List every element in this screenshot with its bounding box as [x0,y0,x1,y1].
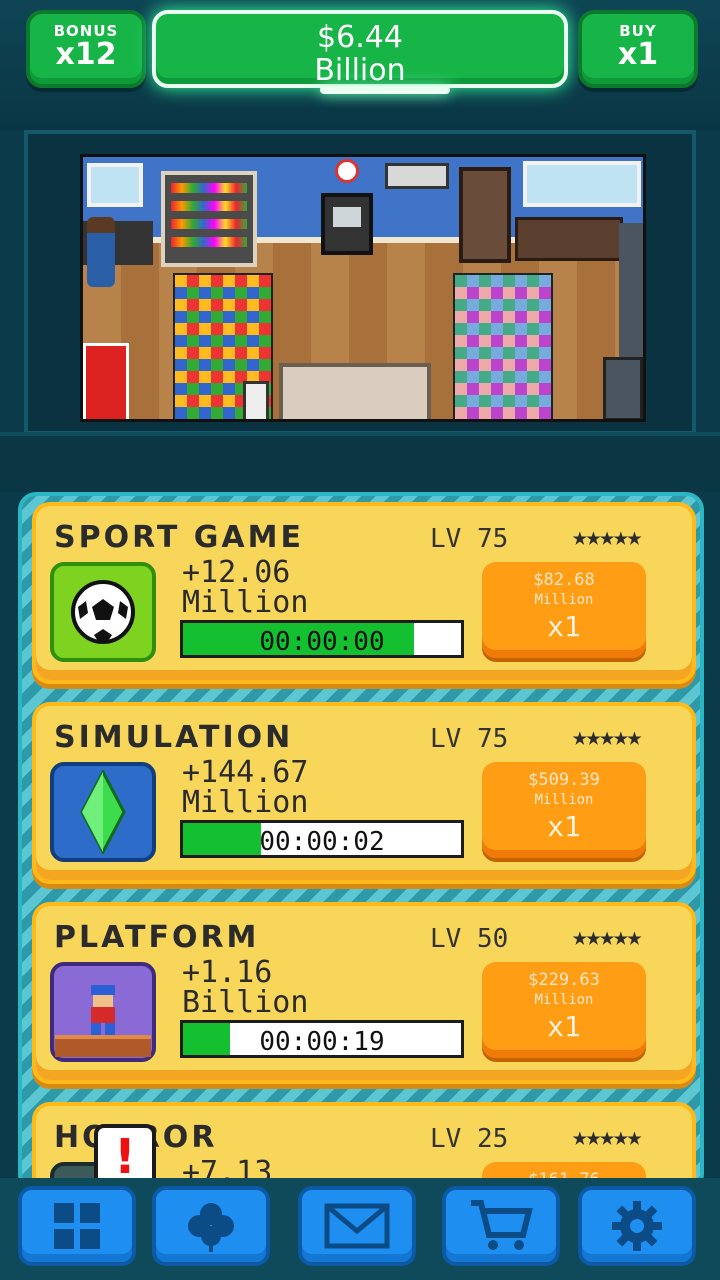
upgrade-price: $229.63 [528,970,600,990]
robot-companion [243,381,269,419]
window-left [87,163,143,207]
upgrade-price-unit: Million [534,992,594,1008]
game-stars: ★★★★★ [572,722,642,752]
upgrade-price-unit: Million [534,592,594,608]
game-gain: +144.67 Million [182,758,308,818]
game-level: LV 75 [430,524,509,554]
room-ledge [0,432,720,492]
upgrade-multiplier: x1 [547,1010,581,1043]
cart-icon [471,1200,533,1250]
rug-right [453,273,553,419]
buy-value: x1 [617,37,659,72]
bed [83,343,129,419]
game-title: PLATFORM [54,920,260,955]
money-amount: $6.44 [317,20,403,55]
timer-text: 00:00:02 [259,827,385,857]
upgrade-price: $509.39 [528,770,600,790]
settings-gear-icon [612,1201,662,1251]
money-display: $6.44 Billion [152,10,568,88]
platformer-character-icon[interactable] [50,962,156,1062]
progress-bar: 00:00:02 [180,820,464,858]
bonus-value: x12 [55,37,117,72]
game-stars: ★★★★★ [572,1122,642,1152]
window-right [523,161,641,207]
wardrobe [459,167,511,263]
upgrade-button[interactable]: $229.63 Million x1 [482,962,646,1058]
game-card-platform[interactable]: PLATFORM LV 50 ★★★★★ +1.16 Billion 00:00… [32,902,696,1084]
bench [515,217,623,261]
game-stars: ★★★★★ [572,922,642,952]
progress-bar: 00:00:19 [180,1020,464,1058]
game-list[interactable]: SPORT GAME LV 75 ★★★★★ +12.06 Million 00… [18,492,704,1192]
game-room-scene[interactable] [80,154,646,422]
clover-button[interactable] [152,1186,270,1266]
gamepad-poster [385,163,449,189]
game-level: LV 75 [430,724,509,754]
tv-set [321,193,373,255]
grid-menu-button[interactable] [18,1186,136,1266]
upgrade-button[interactable]: $82.68 Million x1 [482,562,646,658]
mail-icon [324,1203,390,1249]
sofa [279,363,431,419]
shop-button[interactable] [442,1186,560,1266]
game-title: SIMULATION [54,720,294,755]
buy-multiplier-button[interactable]: BUY x1 [578,10,698,88]
trash-bin [603,357,643,419]
mail-button[interactable] [298,1186,416,1266]
timer-text: 00:00:19 [259,1027,385,1057]
game-card-sport-game[interactable]: SPORT GAME LV 75 ★★★★★ +12.06 Million 00… [32,502,696,684]
bonus-button[interactable]: BONUS x12 [26,10,146,88]
upgrade-price-unit: Million [534,792,594,808]
game-gain: +1.16 Billion [182,958,308,1018]
green-diamond-icon[interactable] [50,762,156,862]
clover-icon [188,1203,234,1252]
bookshelf [161,171,257,267]
game-level: LV 50 [430,924,509,954]
upgrade-button[interactable]: $509.39 Million x1 [482,762,646,858]
upgrade-multiplier: x1 [547,610,581,643]
wall-clock [335,159,359,183]
upgrade-multiplier: x1 [547,810,581,843]
game-gain: +12.06 Million [182,558,308,618]
grid-menu-icon [54,1203,100,1249]
gain-unit: Billion [182,985,309,1020]
soccer-ball-icon[interactable] [50,562,156,662]
gain-unit: Million [182,585,309,620]
gain-unit: Million [182,785,309,820]
game-card-simulation[interactable]: SIMULATION LV 75 ★★★★★ +144.67 Million 0… [32,702,696,884]
money-unit: Billion [314,53,406,88]
developer-character [87,217,115,287]
game-title: SPORT GAME [54,520,304,555]
settings-button[interactable] [578,1186,696,1266]
upgrade-price: $82.68 [533,570,595,590]
game-stars: ★★★★★ [572,522,642,552]
progress-bar: 00:00:00 [180,620,464,658]
timer-text: 00:00:00 [259,627,385,657]
money-glow-line [320,86,450,94]
game-level: LV 25 [430,1124,509,1154]
